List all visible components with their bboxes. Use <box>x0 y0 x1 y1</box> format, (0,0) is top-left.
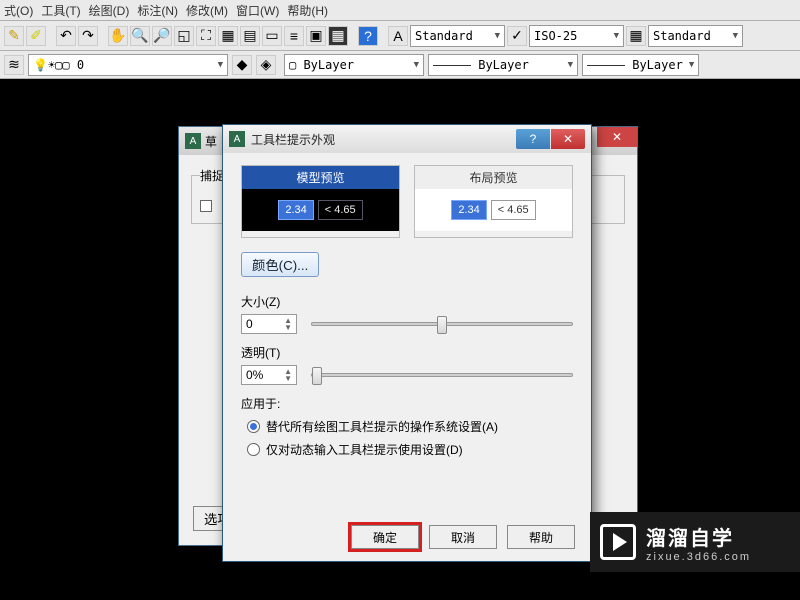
layer-prev-icon[interactable]: ◆ <box>232 55 252 75</box>
watermark-url: zixue.3d66.com <box>646 551 751 563</box>
layer-value: 💡☀▢▢ 0 <box>33 58 84 72</box>
apply-to-label: 应用于: <box>241 395 573 412</box>
watermark: 溜溜自学 zixue.3d66.com <box>590 512 800 572</box>
app-icon: A <box>229 131 245 147</box>
ok-button[interactable]: 确定 <box>351 525 419 549</box>
layer-manage-icon[interactable]: ◈ <box>256 55 276 75</box>
spinner-arrows-icon[interactable]: ▲▼ <box>284 317 292 331</box>
table-style-combo[interactable]: Standard▼ <box>648 25 743 47</box>
layout-dim-x: 2.34 <box>451 200 486 220</box>
size-value: 0 <box>246 317 253 331</box>
color-value: ▢ ByLayer <box>289 58 354 72</box>
close-button[interactable]: ✕ <box>597 127 637 147</box>
block-icon[interactable]: ▣ <box>306 26 326 46</box>
layer-states-icon[interactable]: ≋ <box>4 55 24 75</box>
menu-draw[interactable]: 绘图(D) <box>89 2 130 19</box>
linetype-value: ByLayer <box>433 58 529 72</box>
size-spinner[interactable]: 0 ▲▼ <box>241 314 297 334</box>
model-dim-x: 2.34 <box>278 200 313 220</box>
apply-dyn-label: 仅对动态输入工具栏提示使用设置(D) <box>266 441 463 458</box>
close-button[interactable]: ✕ <box>551 129 585 149</box>
context-help-button[interactable]: ? <box>516 129 550 149</box>
snap-checkbox[interactable] <box>200 200 212 212</box>
text-style-value: Standard <box>415 29 473 43</box>
toolbar-properties: ≋ 💡☀▢▢ 0▼ ◆ ◈ ▢ ByLayer▼ ByLayer▼ ByLaye… <box>0 51 800 79</box>
layout-dim-y: < 4.65 <box>491 200 536 220</box>
size-label: 大小(Z) <box>241 293 573 310</box>
app-icon: A <box>185 133 201 149</box>
calc-icon[interactable]: ▦ <box>328 26 348 46</box>
help-button[interactable]: 帮助 <box>507 525 575 549</box>
tooltip-appearance-dialog: A 工具栏提示外观 ? ✕ 模型预览 2.34 < 4.65 布局预览 2.34… <box>222 124 592 562</box>
menu-dimension[interactable]: 标注(N) <box>137 2 178 19</box>
zoom-extent-icon[interactable]: ⛶ <box>196 26 216 46</box>
sheet-icon[interactable]: ▭ <box>262 26 282 46</box>
table-style-value: Standard <box>653 29 711 43</box>
under-dialog-title: 草 <box>205 133 217 150</box>
menubar: 式(O) 工具(T) 绘图(D) 标注(N) 修改(M) 窗口(W) 帮助(H) <box>0 0 800 21</box>
dialog-titlebar[interactable]: A 工具栏提示外观 ? ✕ <box>223 125 591 153</box>
dim-style-value: ISO-25 <box>534 29 577 43</box>
color-combo[interactable]: ▢ ByLayer▼ <box>284 54 424 76</box>
lineweight-combo[interactable]: ByLayer▼ <box>582 54 699 76</box>
pencil-icon[interactable]: ✎ <box>4 26 24 46</box>
size-slider-thumb[interactable] <box>437 316 447 334</box>
undo-icon[interactable]: ↶ <box>56 26 76 46</box>
cancel-button[interactable]: 取消 <box>429 525 497 549</box>
spinner-arrows-icon[interactable]: ▲▼ <box>284 368 292 382</box>
dim-style-icon[interactable]: ✓ <box>507 26 527 46</box>
toolbar-main: ✎ ✐ ↶ ↷ ✋ 🔍 🔎 ◱ ⛶ ▦ ▤ ▭ ≡ ▣ ▦ ? A Standa… <box>0 21 800 51</box>
menu-modify[interactable]: 修改(M) <box>186 2 228 19</box>
model-preview-header: 模型预览 <box>242 166 399 189</box>
size-slider[interactable] <box>311 322 573 326</box>
menu-window[interactable]: 窗口(W) <box>236 2 279 19</box>
apply-dyn-radio[interactable] <box>247 443 260 456</box>
highlight-icon[interactable]: ✐ <box>26 26 46 46</box>
menu-format[interactable]: 式(O) <box>4 2 33 19</box>
lineweight-value: ByLayer <box>587 58 683 72</box>
play-icon <box>600 524 636 560</box>
colors-button[interactable]: 颜色(C)... <box>241 252 319 277</box>
zoom-in-icon[interactable]: 🔍 <box>130 26 150 46</box>
model-preview: 模型预览 2.34 < 4.65 <box>241 165 400 238</box>
table-style-icon[interactable]: ▦ <box>626 26 646 46</box>
transparency-label: 透明(T) <box>241 344 573 361</box>
transparency-slider-thumb[interactable] <box>312 367 322 385</box>
model-dim-y: < 4.65 <box>318 200 363 220</box>
menu-tools[interactable]: 工具(T) <box>41 2 80 19</box>
transparency-spinner[interactable]: 0% ▲▼ <box>241 365 297 385</box>
zoom-out-icon[interactable]: 🔎 <box>152 26 172 46</box>
text-style-combo[interactable]: Standard▼ <box>410 25 505 47</box>
watermark-name: 溜溜自学 <box>646 522 751 551</box>
layer-combo[interactable]: 💡☀▢▢ 0▼ <box>28 54 228 76</box>
apply-all-label: 替代所有绘图工具栏提示的操作系统设置(A) <box>266 418 498 435</box>
layout-preview: 布局预览 2.34 < 4.65 <box>414 165 573 238</box>
grid-icon[interactable]: ▤ <box>240 26 260 46</box>
dim-style-combo[interactable]: ISO-25▼ <box>529 25 624 47</box>
zoom-window-icon[interactable]: ◱ <box>174 26 194 46</box>
transparency-slider[interactable] <box>311 373 573 377</box>
layout-preview-header: 布局预览 <box>415 166 572 189</box>
pan-icon[interactable]: ✋ <box>108 26 128 46</box>
snap-legend: 捕捉 <box>200 167 224 184</box>
redo-icon[interactable]: ↷ <box>78 26 98 46</box>
apply-all-radio[interactable] <box>247 420 260 433</box>
linetype-combo[interactable]: ByLayer▼ <box>428 54 578 76</box>
help-icon[interactable]: ? <box>358 26 378 46</box>
transparency-value: 0% <box>246 368 263 382</box>
menu-help[interactable]: 帮助(H) <box>287 2 328 19</box>
props-icon[interactable]: ≡ <box>284 26 304 46</box>
dialog-title: 工具栏提示外观 <box>251 131 509 148</box>
text-style-icon[interactable]: A <box>388 26 408 46</box>
layers-icon[interactable]: ▦ <box>218 26 238 46</box>
